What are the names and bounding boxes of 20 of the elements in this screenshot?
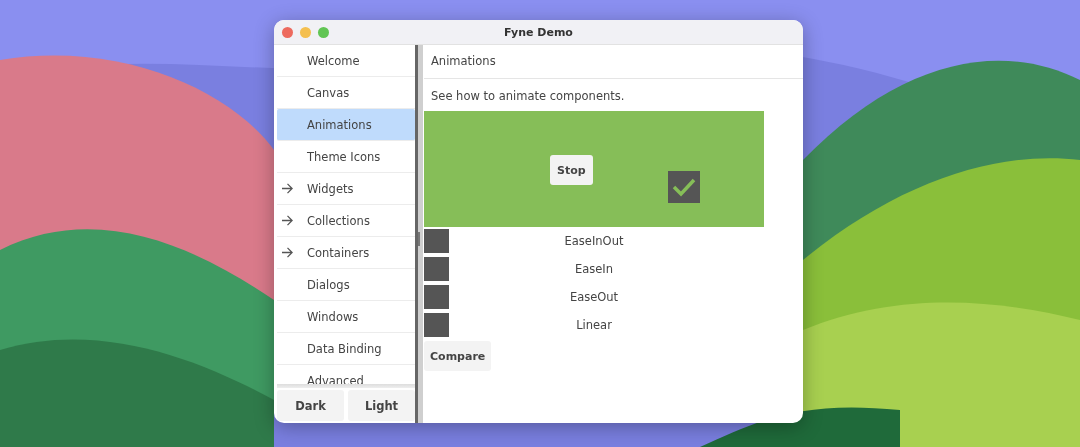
easing-label: EaseOut	[569, 290, 619, 304]
easing-label: EaseIn	[574, 262, 614, 276]
minimize-button[interactable]	[300, 26, 311, 38]
close-button[interactable]	[282, 26, 293, 38]
easing-label: EaseInOut	[564, 234, 624, 248]
easing-label: Linear	[576, 318, 612, 332]
zoom-button[interactable]	[318, 26, 329, 38]
window-title: Fyne Demo	[504, 25, 573, 39]
checkbox[interactable]	[668, 171, 700, 203]
stop-button[interactable]: Stop	[550, 155, 593, 185]
sidebar-item[interactable]: Animations	[277, 109, 415, 141]
animated-square	[424, 313, 449, 337]
theme-button[interactable]: Light	[348, 390, 415, 421]
description: See how to animate components.	[430, 88, 626, 105]
animated-square	[424, 285, 449, 309]
animated-square	[424, 229, 449, 253]
page-title: Animations	[424, 45, 803, 79]
animated-square	[424, 257, 449, 281]
theme-button[interactable]: Dark	[277, 390, 344, 421]
compare-button[interactable]: Compare	[424, 341, 492, 371]
